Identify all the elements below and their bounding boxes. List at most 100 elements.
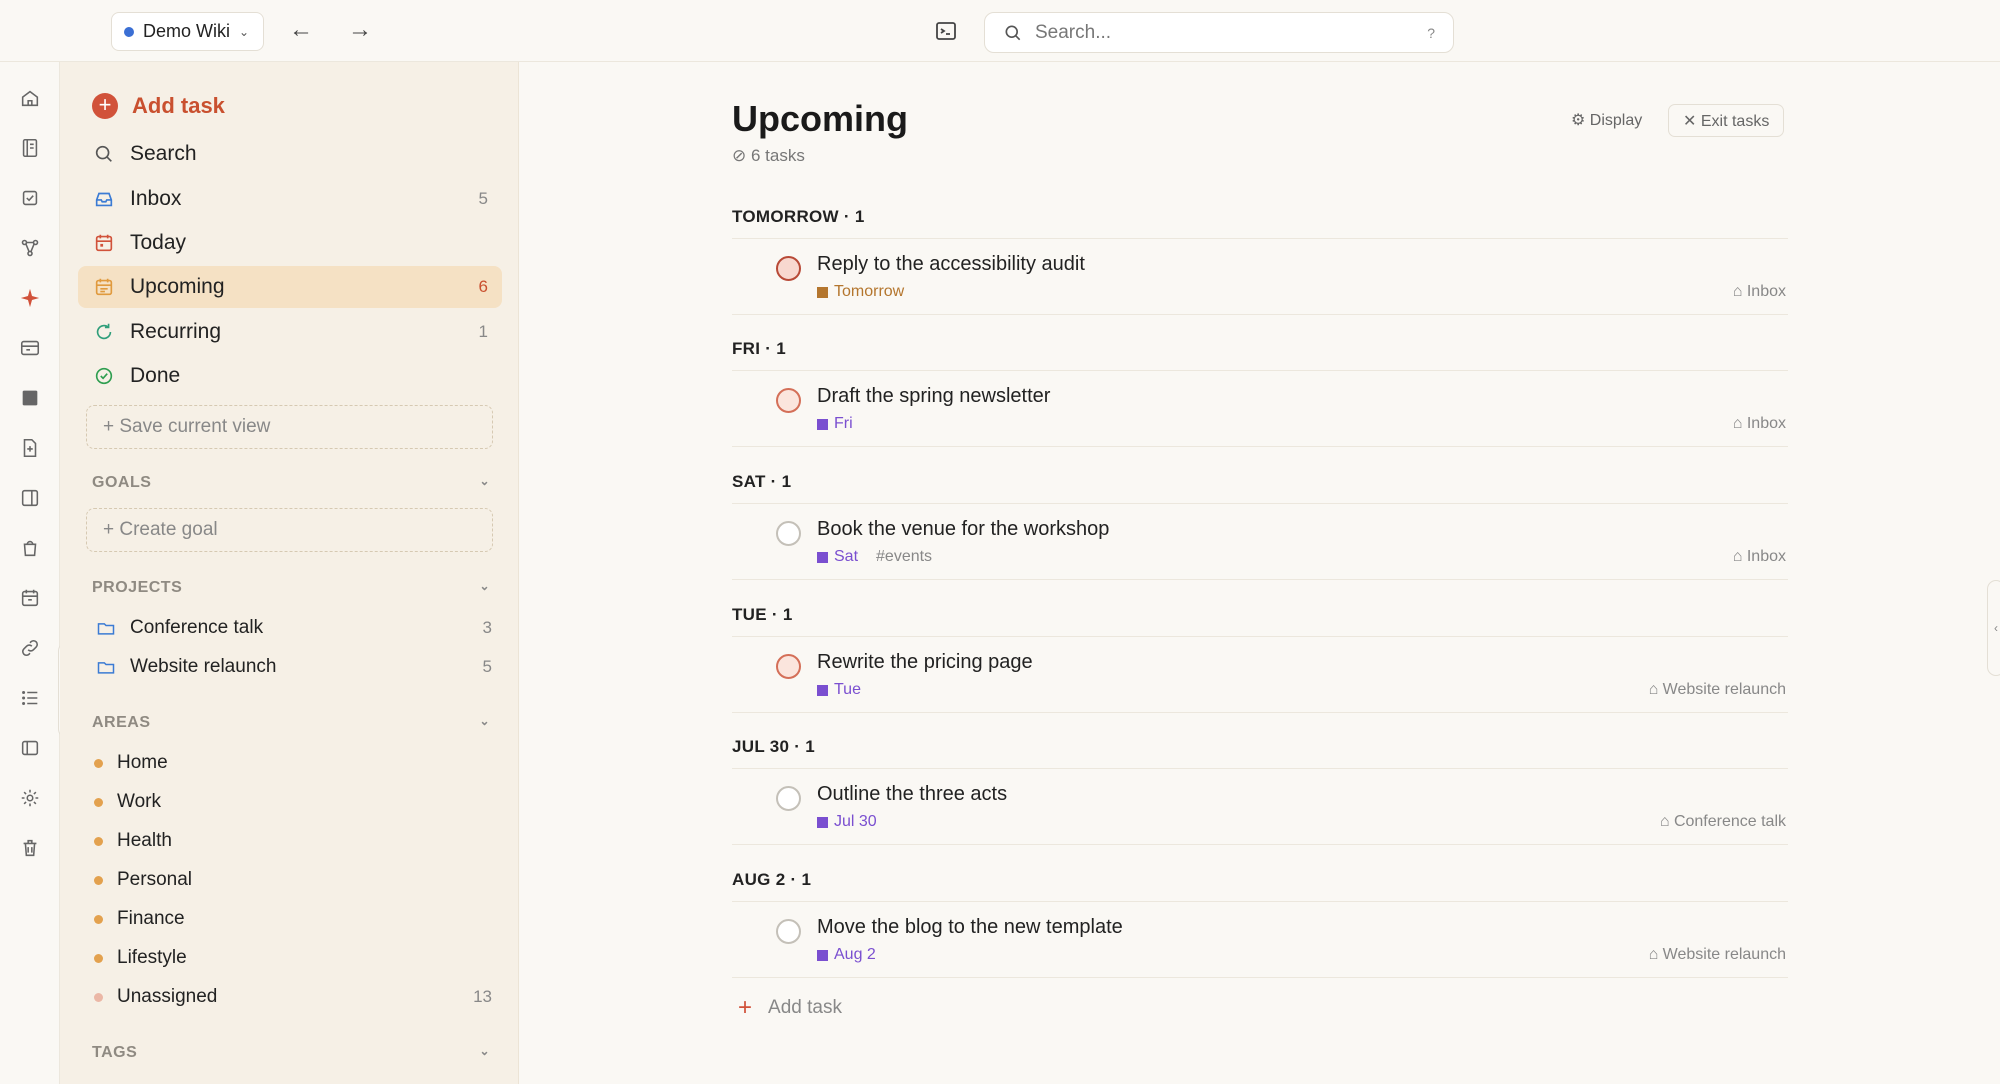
- sidebar-item-upcoming[interactable]: Upcoming 6: [78, 266, 502, 308]
- task-meta: Jul 30: [817, 813, 895, 831]
- task-project[interactable]: ⌂ Inbox: [1733, 415, 1786, 433]
- add-task-inline-button[interactable]: + Add task: [738, 994, 842, 1022]
- sidebar-item-search[interactable]: Search: [78, 133, 502, 175]
- task-checkbox[interactable]: [776, 256, 801, 281]
- areas-section-header[interactable]: AREAS ⌄: [92, 714, 492, 732]
- forward-arrow-icon[interactable]: →: [345, 15, 375, 45]
- task-row[interactable]: Book the venue for the workshop Sat #eve…: [732, 504, 1788, 580]
- goals-section-header[interactable]: GOALS ⌄: [92, 474, 492, 492]
- project-website-relaunch[interactable]: Website relaunch 5: [92, 651, 492, 683]
- task-project[interactable]: ⌂ Website relaunch: [1649, 946, 1786, 964]
- task-checkbox[interactable]: [776, 521, 801, 546]
- chevron-down-icon: ⌄: [479, 1044, 490, 1058]
- book-icon[interactable]: [18, 486, 42, 510]
- area-dot: [94, 836, 103, 846]
- media-icon[interactable]: [18, 336, 42, 360]
- checkbox-icon[interactable]: [18, 186, 42, 210]
- group-heading: FRI · 1: [732, 339, 1788, 371]
- task-title[interactable]: Rewrite the pricing page: [817, 651, 1033, 674]
- task-row[interactable]: Reply to the accessibility audit Tomorro…: [732, 239, 1788, 315]
- link-icon[interactable]: [18, 636, 42, 660]
- search-box[interactable]: Search... ?: [984, 12, 1454, 53]
- sidebar-item-label: Upcoming: [130, 275, 225, 298]
- sidebar-item-label: Today: [130, 231, 187, 254]
- terminal-icon[interactable]: [934, 19, 958, 43]
- sidebar-item-label: Inbox: [130, 187, 182, 210]
- panel-icon[interactable]: [18, 736, 42, 760]
- sidebar-item-count: 1: [478, 322, 488, 341]
- task-row[interactable]: Move the blog to the new template Aug 2 …: [732, 902, 1788, 978]
- display-button[interactable]: ⚙ Display: [1563, 104, 1650, 136]
- wiki-switcher[interactable]: Demo Wiki ⌄: [111, 12, 264, 51]
- calendar-icon[interactable]: [18, 586, 42, 610]
- task-project[interactable]: ⌂ Inbox: [1733, 548, 1786, 566]
- back-arrow-icon[interactable]: ←: [286, 15, 316, 45]
- task-checkbox[interactable]: [776, 786, 801, 811]
- task-meta: Tomorrow: [817, 283, 922, 301]
- notebook-icon[interactable]: [18, 136, 42, 160]
- task-title[interactable]: Reply to the accessibility audit: [817, 253, 1085, 276]
- create-goal-button[interactable]: + Create goal: [86, 508, 493, 552]
- folder-icon: [97, 662, 115, 674]
- task-checkbox[interactable]: [776, 919, 801, 944]
- project-conference-talk[interactable]: Conference talk 3: [92, 612, 492, 644]
- area-unassigned[interactable]: Unassigned 13: [92, 982, 492, 1012]
- area-health[interactable]: Health: [92, 826, 492, 856]
- tags-section-header[interactable]: TAGS ⌄: [92, 1044, 492, 1062]
- area-finance[interactable]: Finance: [92, 904, 492, 934]
- help-shortcut[interactable]: ?: [1427, 25, 1435, 41]
- list-icon[interactable]: [18, 686, 42, 710]
- trash-icon[interactable]: [18, 836, 42, 860]
- save-current-view-button[interactable]: + Save current view: [86, 405, 493, 449]
- date-square-icon: [817, 684, 828, 696]
- grid-icon[interactable]: [18, 386, 42, 410]
- sparkle-icon[interactable]: [18, 286, 42, 310]
- project-count: 5: [482, 657, 492, 676]
- icon-rail: ›: [0, 62, 76, 1084]
- area-work[interactable]: Work: [92, 787, 492, 817]
- sidebar-item-recurring[interactable]: Recurring 1: [78, 311, 502, 353]
- task-title[interactable]: Move the blog to the new template: [817, 916, 1123, 939]
- area-label: Work: [117, 791, 161, 812]
- area-lifestyle[interactable]: Lifestyle: [92, 943, 492, 973]
- group-heading: AUG 2 · 1: [732, 870, 1788, 902]
- task-row[interactable]: Rewrite the pricing page Tue ⌂ Website r…: [732, 637, 1788, 713]
- task-title[interactable]: Book the venue for the workshop: [817, 518, 1109, 541]
- task-project[interactable]: ⌂ Website relaunch: [1649, 681, 1786, 699]
- task-date: Jul 30: [834, 813, 877, 830]
- area-home[interactable]: Home: [92, 748, 492, 778]
- task-checkbox[interactable]: [776, 388, 801, 413]
- add-task-button[interactable]: + Add task: [78, 85, 502, 127]
- area-label: Personal: [117, 869, 192, 890]
- task-project[interactable]: ⌂ Inbox: [1733, 283, 1786, 301]
- group-heading: TOMORROW · 1: [732, 207, 1788, 239]
- task-project[interactable]: ⌂ Conference talk: [1660, 813, 1786, 831]
- search-icon: [1005, 25, 1021, 40]
- projects-section-header[interactable]: PROJECTS ⌄: [92, 579, 492, 597]
- home-icon[interactable]: [18, 86, 42, 110]
- chevron-down-icon: ⌄: [479, 474, 490, 488]
- top-bar: Demo Wiki ⌄ ← → Search... ?: [0, 0, 2000, 62]
- sidebar-item-inbox[interactable]: Inbox 5: [78, 178, 502, 220]
- projects-heading: PROJECTS: [92, 579, 183, 596]
- sidebar-item-label: Recurring: [130, 320, 222, 343]
- task-title[interactable]: Draft the spring newsletter: [817, 385, 1050, 408]
- expand-right-panel-handle[interactable]: ‹: [1987, 580, 2000, 676]
- document-add-icon[interactable]: [18, 436, 42, 460]
- task-title[interactable]: Outline the three acts: [817, 783, 1007, 806]
- task-row[interactable]: Outline the three acts Jul 30 ⌂ Conferen…: [732, 769, 1788, 845]
- date-square-icon: [817, 949, 828, 961]
- sidebar-item-done[interactable]: Done: [78, 355, 502, 397]
- sidebar-item-today[interactable]: Today: [78, 222, 502, 264]
- task-tag[interactable]: #events: [876, 548, 932, 566]
- bag-icon[interactable]: [18, 536, 42, 560]
- area-label: Health: [117, 830, 172, 851]
- area-personal[interactable]: Personal: [92, 865, 492, 895]
- task-row[interactable]: Draft the spring newsletter Fri ⌂ Inbox: [732, 371, 1788, 447]
- settings-icon[interactable]: [18, 786, 42, 810]
- exit-tasks-button[interactable]: ✕ Exit tasks: [1668, 104, 1785, 137]
- graph-icon[interactable]: [18, 236, 42, 260]
- sidebar-item-label: Search: [130, 142, 197, 165]
- inbox-icon: [92, 187, 116, 211]
- task-checkbox[interactable]: [776, 654, 801, 679]
